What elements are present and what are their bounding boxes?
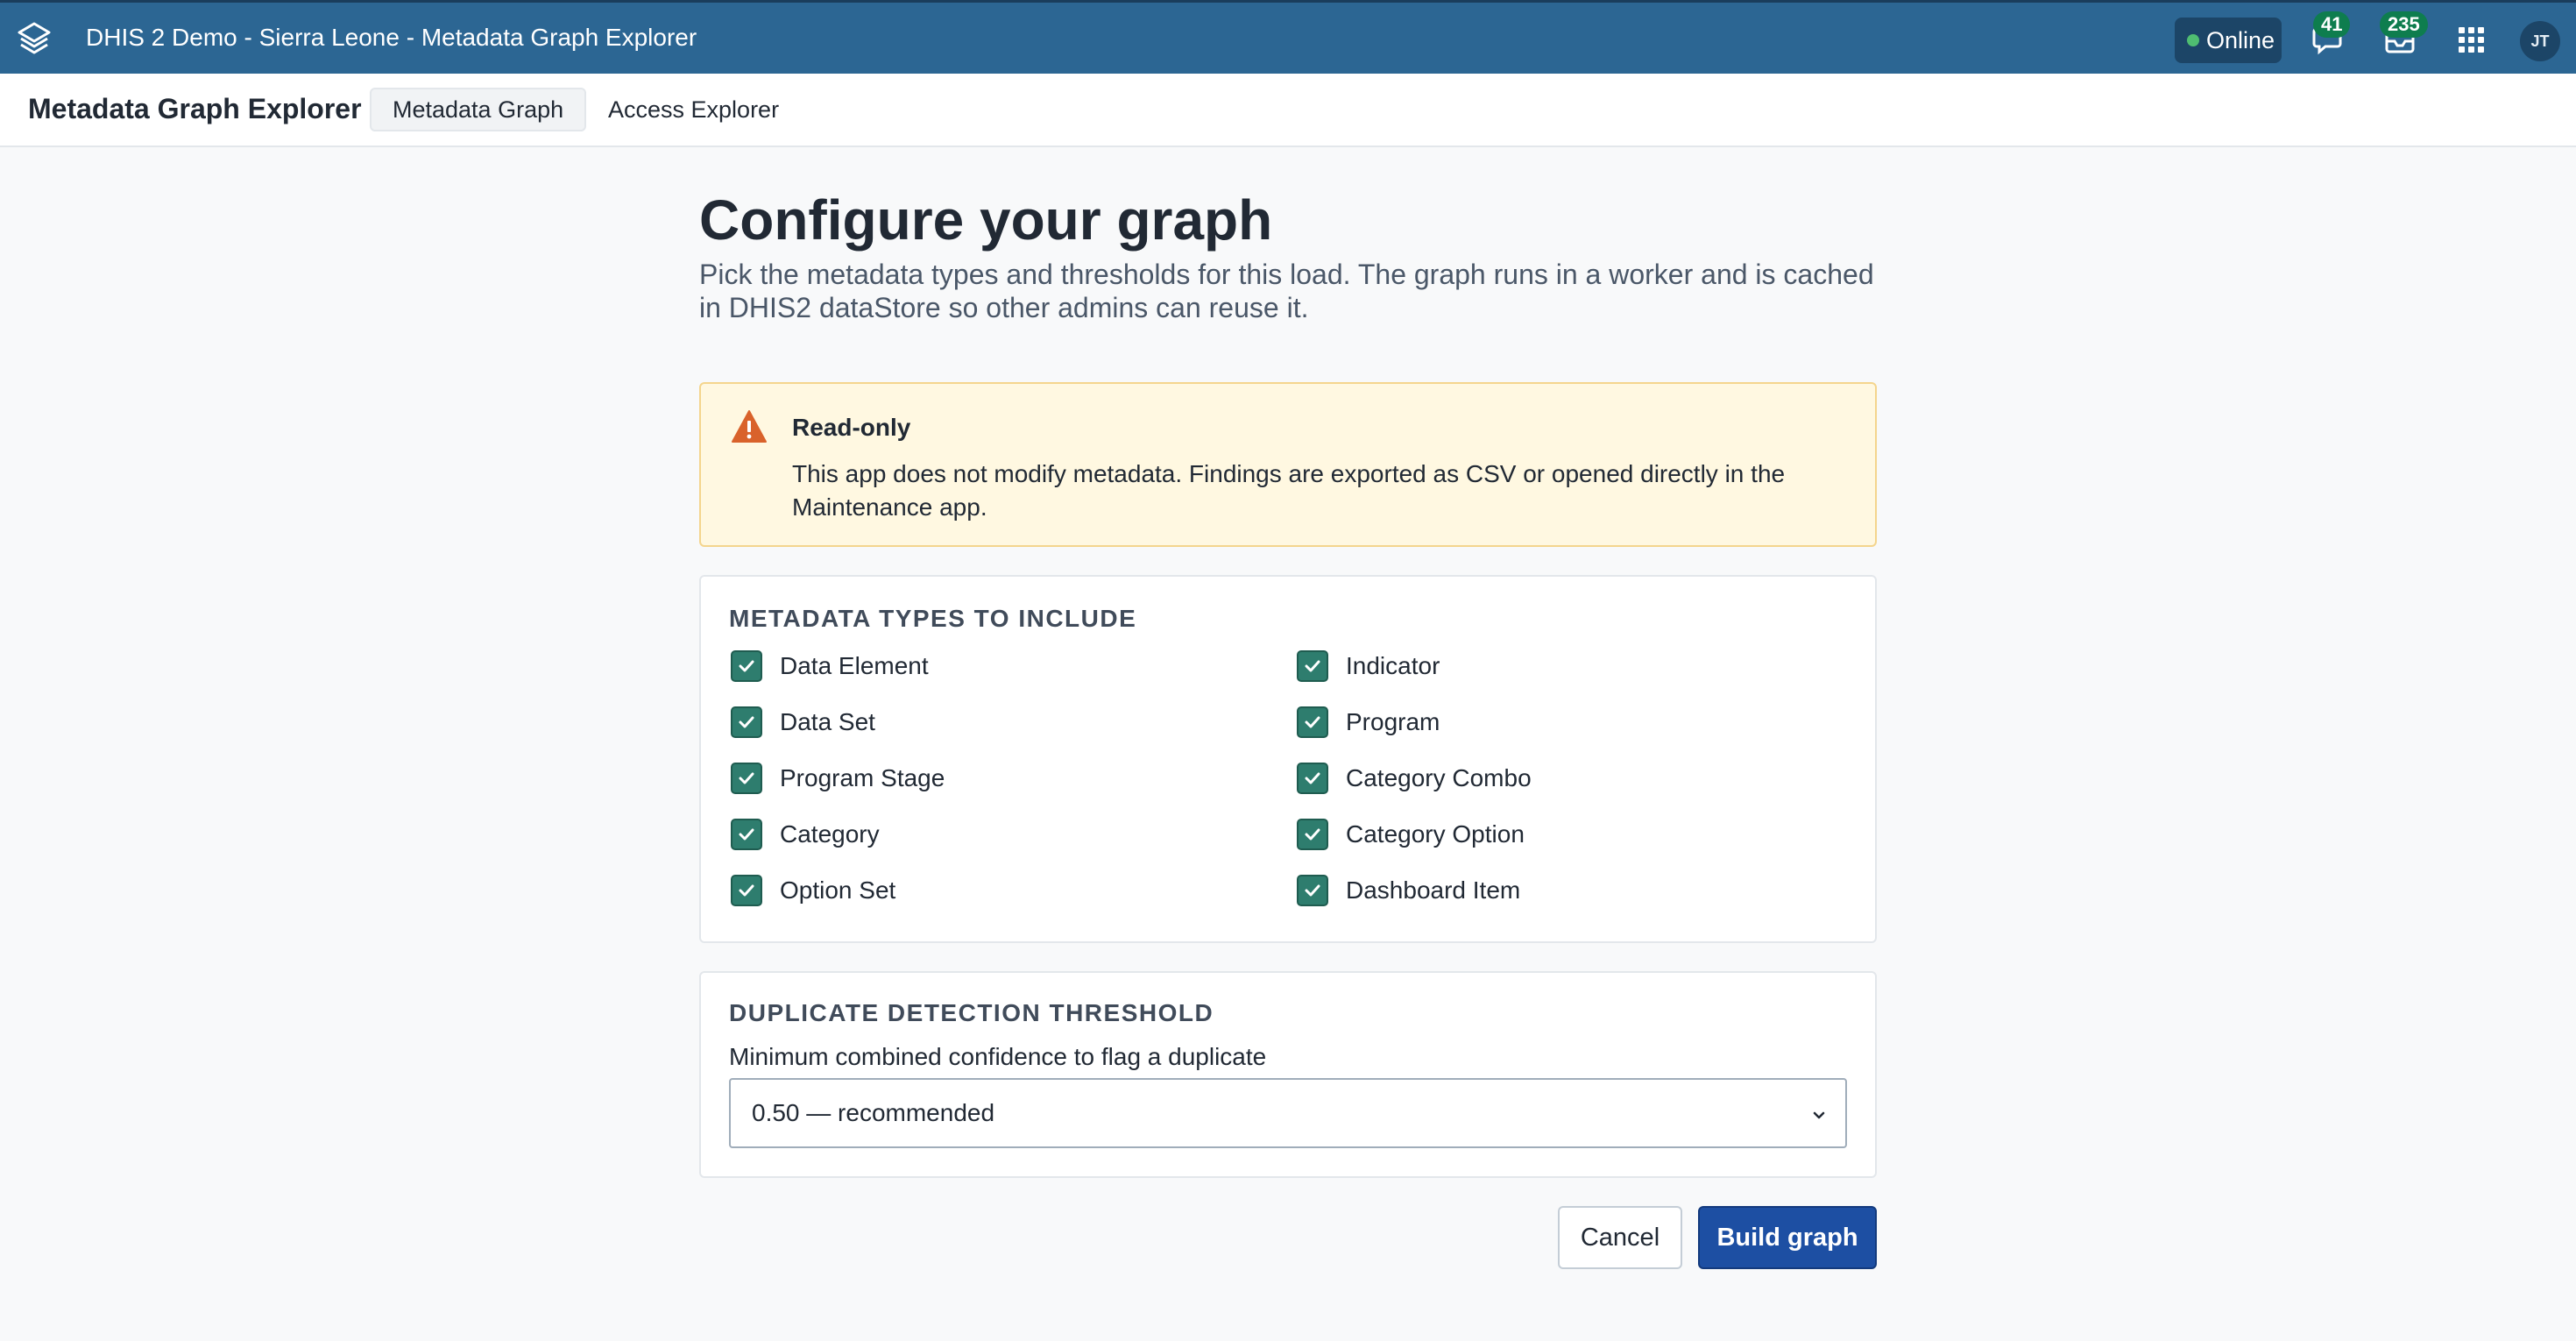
build-graph-button[interactable]: Build graph [1698,1206,1877,1269]
metadata-types-card: METADATA TYPES TO INCLUDE Data Element I… [699,575,1877,943]
dhis2-logo-icon[interactable] [14,18,54,59]
checkmark-icon[interactable] [731,706,762,738]
threshold-card: DUPLICATE DETECTION THRESHOLD Minimum co… [699,971,1877,1178]
checkbox-category-option[interactable]: Category Option [1297,817,1525,852]
online-status-badge: Online [2175,18,2282,63]
metadata-types-heading: METADATA TYPES TO INCLUDE [729,605,1137,632]
warning-icon [732,410,767,443]
threshold-selected-value: 0.50 — recommended [752,1099,995,1126]
threshold-heading: DUPLICATE DETECTION THRESHOLD [729,999,1214,1026]
threshold-field-label: Minimum combined confidence to flag a du… [729,1043,1267,1070]
checkbox-data-set[interactable]: Data Set [731,705,875,740]
checkmark-icon[interactable] [1297,706,1328,738]
checkbox-label: Data Element [780,652,929,679]
checkbox-category[interactable]: Category [731,817,880,852]
checkbox-label: Category Combo [1346,764,1532,791]
tab-metadata-graph[interactable]: Metadata Graph [370,88,587,131]
messages-count-badge: 41 [2313,11,2351,38]
checkbox-category-combo[interactable]: Category Combo [1297,761,1532,796]
checkbox-label: Program [1346,708,1440,735]
checkbox-label: Category Option [1346,820,1525,848]
checkmark-icon[interactable] [731,819,762,850]
tab-access-explorer[interactable]: Access Explorer [587,88,800,131]
cancel-button[interactable]: Cancel [1558,1206,1682,1269]
header-bar: DHIS 2 Demo - Sierra Leone - Metadata Gr… [0,0,2576,74]
checkbox-label: Data Set [780,708,875,735]
checkmark-icon[interactable] [1297,650,1328,682]
read-only-alert: Read-only This app does not modify metad… [699,382,1877,547]
chevron-down-icon [1813,1111,1825,1119]
checkbox-label: Option Set [780,876,896,904]
checkbox-label: Indicator [1346,652,1440,679]
checkbox-data-element[interactable]: Data Element [731,649,929,684]
checkmark-icon[interactable] [731,875,762,906]
online-status-label: Online [2206,26,2275,53]
instance-title: DHIS 2 Demo - Sierra Leone - Metadata Gr… [86,24,697,51]
checkmark-icon[interactable] [1297,875,1328,906]
online-dot-icon [2187,34,2199,46]
checkmark-icon[interactable] [731,763,762,794]
page-description: Pick the metadata types and thresholds f… [699,259,1874,323]
checkmark-icon[interactable] [1297,763,1328,794]
checkbox-program-stage[interactable]: Program Stage [731,761,945,796]
checkmark-icon[interactable] [731,650,762,682]
checkbox-indicator[interactable]: Indicator [1297,649,1440,684]
checkbox-label: Dashboard Item [1346,876,1521,904]
threshold-select[interactable]: 0.50 — recommended [729,1078,1847,1148]
interpretations-count-badge: 235 [2380,11,2428,38]
alert-body: This app does not modify metadata. Findi… [792,460,1786,521]
page-title: Configure your graph [699,188,1273,252]
checkbox-label: Program Stage [780,764,945,791]
apps-grid-icon[interactable] [2450,18,2492,60]
checkbox-program[interactable]: Program [1297,705,1440,740]
checkbox-option-set[interactable]: Option Set [731,873,895,908]
checkbox-dashboard-item[interactable]: Dashboard Item [1297,873,1520,908]
app-title: Metadata Graph Explorer [28,93,362,124]
checkbox-label: Category [780,820,880,848]
checkmark-icon[interactable] [1297,819,1328,850]
alert-title: Read-only [792,414,911,441]
user-avatar[interactable]: JT [2520,21,2560,61]
